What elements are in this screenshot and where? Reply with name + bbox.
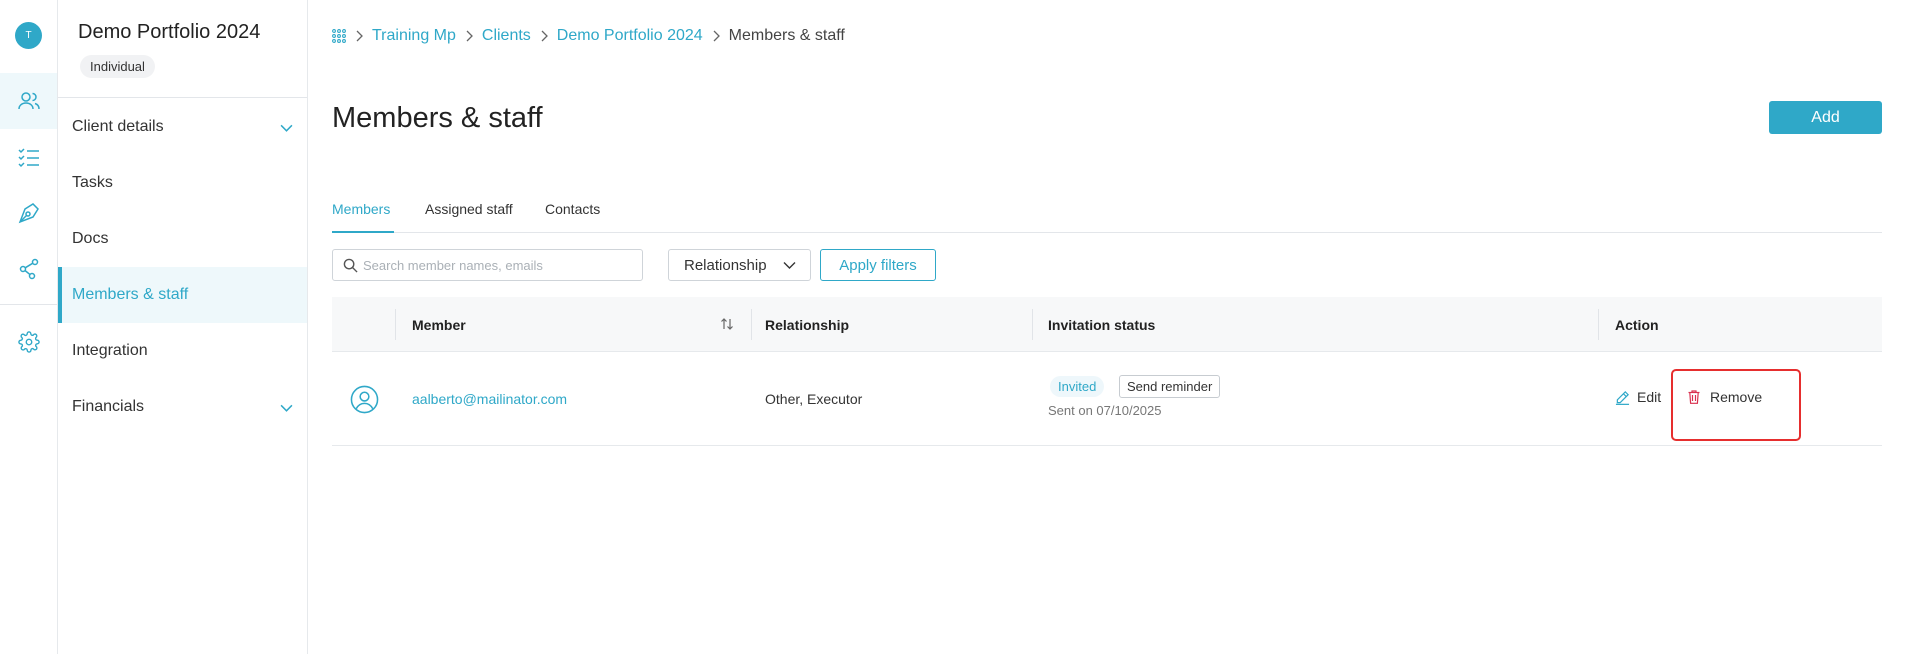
checklist-icon[interactable]	[0, 129, 57, 185]
tab-members[interactable]: Members	[332, 201, 390, 217]
chevron-right-icon	[540, 30, 548, 42]
client-name: Demo Portfolio 2024	[78, 21, 261, 43]
sidebar-item-integration[interactable]: Integration	[58, 323, 307, 379]
search-input[interactable]	[363, 257, 633, 273]
tab-bar: Members Assigned staff Contacts	[332, 190, 1882, 233]
column-header-member[interactable]: Member	[412, 297, 466, 352]
column-header-invitation-status: Invitation status	[1048, 316, 1156, 333]
tab-assigned-staff[interactable]: Assigned staff	[425, 201, 513, 217]
column-header-action: Action	[1615, 316, 1659, 333]
client-sidebar: Demo Portfolio 2024 Individual Client de…	[58, 0, 308, 654]
client-type-badge: Individual	[80, 55, 155, 78]
column-divider	[1598, 309, 1599, 340]
chevron-right-icon	[355, 30, 363, 42]
remove-button[interactable]: Remove	[1688, 389, 1762, 405]
sidebar-item-financials[interactable]: Financials	[58, 379, 307, 435]
column-divider	[751, 309, 752, 340]
sidebar-divider	[58, 97, 307, 98]
chevron-down-icon	[783, 262, 796, 269]
rail-divider	[0, 304, 57, 305]
remove-label: Remove	[1710, 389, 1763, 405]
breadcrumb-current: Members & staff	[728, 27, 845, 44]
edit-label: Edit	[1637, 389, 1662, 405]
apps-grid-icon[interactable]	[332, 29, 346, 43]
sidebar-item-docs[interactable]: Docs	[58, 211, 307, 267]
table-header: Member Relationship Invitation status Ac…	[332, 297, 1882, 352]
member-email-link[interactable]: aalberto@mailinator.com	[412, 391, 567, 407]
tab-contacts[interactable]: Contacts	[545, 201, 600, 217]
search-icon	[343, 258, 358, 273]
chevron-down-icon	[280, 124, 293, 132]
pencil-icon	[1615, 390, 1630, 405]
apply-filters-button[interactable]: Apply filters	[820, 249, 936, 281]
user-avatar[interactable]: T	[15, 22, 42, 49]
sidebar-item-label: Integration	[72, 342, 148, 359]
gear-icon[interactable]	[0, 314, 57, 370]
chevron-right-icon	[712, 30, 720, 42]
breadcrumb-demo-portfolio[interactable]: Demo Portfolio 2024	[557, 27, 703, 45]
column-divider	[1032, 309, 1033, 340]
column-divider	[395, 309, 396, 340]
add-button[interactable]: Add	[1769, 101, 1882, 134]
send-reminder-button[interactable]: Send reminder	[1119, 375, 1221, 398]
sidebar-item-label: Financials	[72, 398, 145, 415]
sidebar-item-label: Client details	[72, 118, 164, 135]
chevron-down-icon	[280, 404, 293, 412]
status-badge: Invited	[1050, 376, 1105, 397]
sidebar-item-label: Docs	[72, 230, 109, 247]
user-circle-icon	[350, 385, 379, 414]
breadcrumb-clients[interactable]: Clients	[482, 27, 531, 45]
chevron-right-icon	[465, 30, 473, 42]
sidebar-item-tasks[interactable]: Tasks	[58, 155, 307, 211]
sort-icon[interactable]	[720, 317, 734, 331]
people-icon[interactable]	[0, 73, 57, 129]
relationship-dropdown[interactable]: Relationship	[668, 249, 811, 281]
sidebar-item-members-staff[interactable]: Members & staff	[58, 267, 307, 323]
sidebar-item-label: Tasks	[72, 174, 113, 191]
pen-nib-icon[interactable]	[0, 185, 57, 241]
search-box	[332, 249, 643, 281]
edit-button[interactable]: Edit	[1615, 389, 1661, 405]
table-row: aalberto@mailinator.com Other, Executor …	[332, 352, 1882, 446]
sidebar-item-label: Members & staff	[72, 286, 189, 303]
sidebar-item-client-details[interactable]: Client details	[58, 99, 307, 155]
relationship-dropdown-label: Relationship	[684, 256, 767, 274]
breadcrumb-training-mp[interactable]: Training Mp	[372, 27, 456, 45]
highlight-box	[1671, 369, 1801, 441]
active-tab-indicator	[332, 231, 394, 233]
breadcrumb: Training Mp Clients Demo Portfolio 2024 …	[332, 27, 845, 45]
column-header-relationship: Relationship	[765, 316, 850, 333]
sent-date: Sent on 07/10/2025	[1048, 403, 1162, 418]
page-title: Members & staff	[332, 102, 543, 134]
trash-icon	[1688, 390, 1700, 404]
icon-rail: T	[0, 0, 58, 654]
member-relationship: Other, Executor	[765, 391, 863, 407]
share-network-icon[interactable]	[0, 241, 57, 297]
